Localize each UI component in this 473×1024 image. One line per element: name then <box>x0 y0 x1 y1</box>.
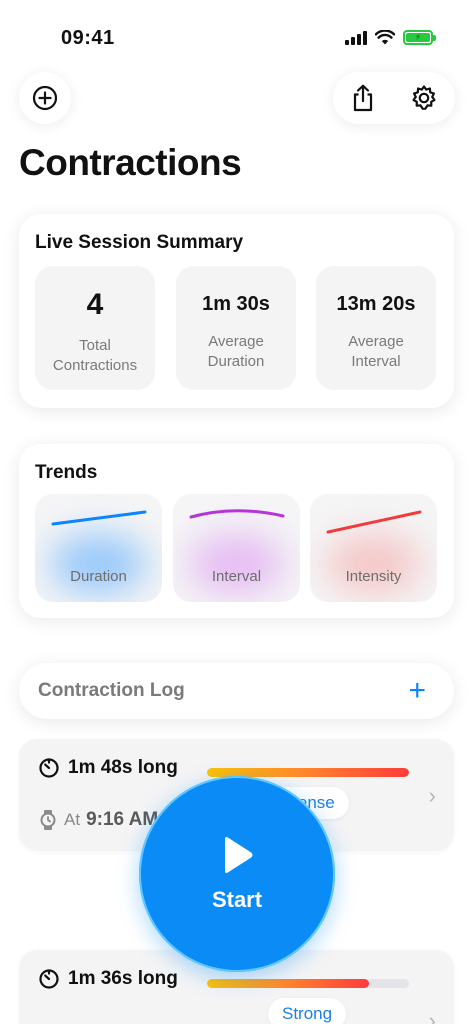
chevron-right-icon: › <box>428 783 436 808</box>
add-session-button[interactable] <box>19 72 71 124</box>
start-label: Start <box>211 887 263 912</box>
log-title: Contraction Log <box>38 680 185 701</box>
chevron-right-icon: › <box>428 1008 436 1024</box>
intensity-badge: Strong <box>268 998 347 1024</box>
status-time: 09:41 <box>61 27 115 49</box>
gear-icon[interactable] <box>410 84 438 112</box>
stat-total-contractions: 4 Total Contractions <box>35 266 155 390</box>
stat-label: Average Duration <box>207 333 265 370</box>
stat-value: 13m 20s <box>336 292 416 315</box>
contraction-log-header: Contraction Log + <box>19 663 454 719</box>
duration-trend-line <box>51 510 147 526</box>
trend-label: Intensity <box>345 568 402 585</box>
add-contraction-button[interactable]: + <box>408 676 426 706</box>
page-title: Contractions <box>19 142 242 183</box>
entry-length: 1m 48s long <box>68 757 178 778</box>
trends-card: Trends Duration Interval Intensity <box>19 444 454 618</box>
entry-length: 1m 36s long <box>68 968 178 989</box>
timer-icon <box>39 758 59 778</box>
interval-trend-line <box>189 509 285 519</box>
at-prefix: At <box>64 810 81 829</box>
summary-title: Live Session Summary <box>35 232 244 253</box>
trend-duration[interactable]: Duration <box>35 494 162 602</box>
entry-length-row: 1m 48s long <box>38 757 178 779</box>
intensity-bar <box>207 979 409 988</box>
battery-icon: ⚡ <box>403 30 436 45</box>
intensity-bar-fill <box>207 979 369 988</box>
play-icon <box>225 837 253 873</box>
timer-icon <box>39 969 59 989</box>
share-icon[interactable] <box>350 84 376 112</box>
stat-average-duration: 1m 30s Average Duration <box>176 266 296 390</box>
intensity-trend-line <box>326 510 422 534</box>
live-session-summary-card: Live Session Summary 4 Total Contraction… <box>19 214 454 408</box>
entry-time-row: At 9:16 AM <box>38 809 158 831</box>
stat-label: Total Contractions <box>52 337 138 374</box>
header-actions <box>333 72 455 124</box>
stat-label: Average Interval <box>348 333 404 370</box>
trend-label: Interval <box>211 568 262 585</box>
start-button[interactable]: Start <box>139 776 335 972</box>
stat-value: 4 <box>86 288 104 321</box>
stat-value: 1m 30s <box>202 292 270 315</box>
trends-title: Trends <box>35 462 98 483</box>
trend-interval[interactable]: Interval <box>173 494 300 602</box>
watch-icon <box>40 810 56 830</box>
entry-time: 9:16 AM <box>86 809 159 830</box>
stat-average-interval: 13m 20s Average Interval <box>316 266 436 390</box>
wifi-icon <box>375 30 395 45</box>
entry-length-row: 1m 36s long <box>38 968 178 990</box>
trend-label: Duration <box>70 568 127 585</box>
status-icons: ⚡ <box>345 30 436 45</box>
cellular-signal-icon <box>345 30 367 45</box>
trend-intensity[interactable]: Intensity <box>310 494 437 602</box>
plus-circle-icon <box>32 85 58 111</box>
